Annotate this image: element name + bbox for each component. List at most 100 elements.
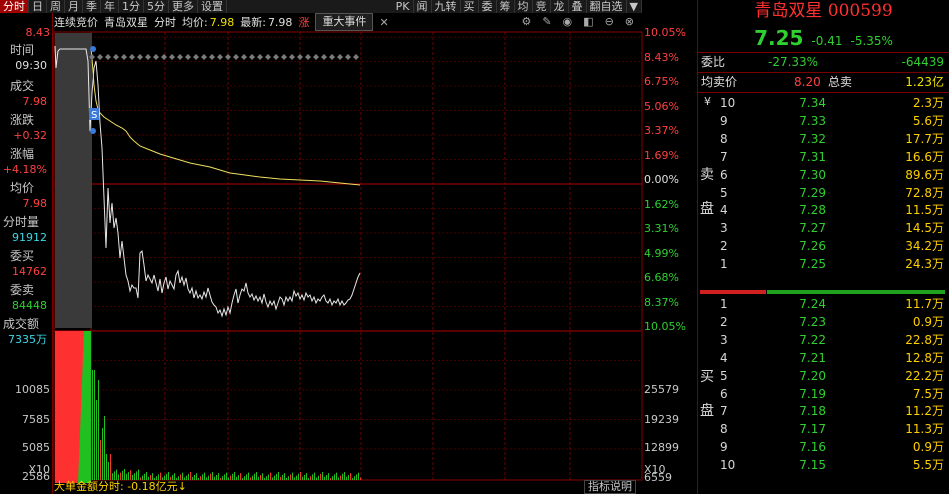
volume-bar <box>138 469 139 480</box>
event-diamond <box>273 54 279 60</box>
volume-bar <box>160 472 161 480</box>
volume-bar <box>116 469 117 480</box>
tab-2[interactable]: 周 <box>47 0 65 13</box>
price: 7.15 <box>799 458 826 473</box>
event-diamond <box>289 54 295 60</box>
tool-tab-11[interactable]: ▼ <box>627 0 642 13</box>
level: 3 <box>720 332 728 347</box>
tab-4[interactable]: 季 <box>83 0 101 13</box>
tool-tab-0[interactable]: PK <box>393 0 414 13</box>
ratio-label: 委比 <box>701 55 726 69</box>
bid-ask-ratio-bar <box>700 290 945 294</box>
tool-tab-7[interactable]: 竞 <box>533 0 551 13</box>
ask-row[interactable]: 2 7.26 34.2万 <box>698 238 949 255</box>
tab-3[interactable]: 月 <box>65 0 83 13</box>
volume-bar <box>350 473 351 480</box>
ask-row[interactable]: 5 7.29 72.8万 <box>698 185 949 202</box>
tab-6[interactable]: 1分 <box>119 0 144 13</box>
tool-tab-2[interactable]: 九转 <box>432 0 461 13</box>
ask-row[interactable]: 6 7.30 89.6万 <box>698 167 949 184</box>
event-diamond <box>145 54 151 60</box>
volume-bar <box>336 472 337 480</box>
tab-0[interactable]: 分时 <box>0 0 29 13</box>
volume-bar <box>114 471 115 480</box>
right-vol-tick: 25579 <box>644 383 679 396</box>
tab-1[interactable]: 日 <box>29 0 47 13</box>
level: 5 <box>720 185 728 200</box>
volume: 5.6万 <box>912 113 944 128</box>
ask-row[interactable]: 1 7.25 24.3万 <box>698 256 949 273</box>
ask-row[interactable]: 8 7.32 17.7万 <box>698 131 949 148</box>
price: 7.24 <box>799 297 826 311</box>
volume-bar <box>306 473 307 480</box>
volume: 89.6万 <box>905 167 944 182</box>
pct-tick: 5.06% <box>644 99 679 113</box>
pct-tick: 1.69% <box>644 148 679 162</box>
event-diamond <box>161 54 167 60</box>
intraday-chart[interactable]: S <box>0 13 697 494</box>
bid-row[interactable]: 4 7.21 12.8万 <box>698 350 949 367</box>
volume-bar <box>234 472 235 480</box>
quote-title: 青岛双星 000599 <box>754 1 893 21</box>
volume-bar <box>92 370 93 480</box>
ask-row[interactable]: 7 7.31 16.6万 <box>698 149 949 166</box>
volume-bar <box>262 473 263 480</box>
tab-9[interactable]: 设置 <box>198 0 227 13</box>
chart-frame <box>53 31 643 481</box>
quote-pct: -5.35% <box>850 34 893 48</box>
volume-bar <box>124 469 125 480</box>
pct-tick: 3.31% <box>644 222 679 235</box>
volume-bar <box>256 472 257 480</box>
tab-8[interactable]: 更多 <box>169 0 198 13</box>
right-vol-unit: X10 <box>644 463 666 476</box>
bid-row[interactable]: 6 7.19 7.5万 <box>698 386 949 403</box>
level: 8 <box>720 422 728 437</box>
bid-row[interactable]: 5 7.20 22.2万 <box>698 368 949 385</box>
divider <box>698 92 949 93</box>
quote-price-line: 7.25 -0.41 -5.35% <box>698 22 949 52</box>
bid-row[interactable]: 9 7.16 0.9万 <box>698 439 949 456</box>
tool-tab-10[interactable]: 翻自选 <box>587 0 627 13</box>
bid-row[interactable]: 1 7.24 11.7万 <box>698 296 949 313</box>
ask-row[interactable]: 9 7.33 5.6万 <box>698 113 949 130</box>
level: 1 <box>720 257 728 272</box>
ask-row[interactable]: 3 7.27 14.5万 <box>698 220 949 237</box>
volume-bar <box>196 473 197 480</box>
tool-tab-3[interactable]: 买 <box>461 0 479 13</box>
level: 4 <box>720 203 728 218</box>
volume-bar <box>146 472 147 480</box>
volume-bar <box>204 472 205 480</box>
volume-bar <box>122 470 123 480</box>
tool-tab-4[interactable]: 委 <box>479 0 497 13</box>
tab-7[interactable]: 5分 <box>144 0 169 13</box>
bid-row[interactable]: 10 7.15 5.5万 <box>698 457 949 474</box>
volume-bar <box>190 472 191 480</box>
volume: 72.8万 <box>905 185 944 200</box>
event-diamond <box>129 54 135 60</box>
tab-5[interactable]: 年 <box>101 0 119 13</box>
tool-tab-6[interactable]: 均 <box>515 0 533 13</box>
tool-tab-9[interactable]: 叠 <box>569 0 587 13</box>
volume: 5.5万 <box>912 458 944 473</box>
event-diamond <box>321 54 327 60</box>
indicator-help-button[interactable]: 指标说明 <box>584 480 636 494</box>
level: 1 <box>720 297 728 311</box>
level: 4 <box>720 350 728 365</box>
quote-change: -0.41 <box>811 34 843 48</box>
ask-row[interactable]: 10 7.34 2.3万 <box>698 95 949 112</box>
event-diamond <box>193 54 199 60</box>
tool-tab-5[interactable]: 筹 <box>497 0 515 13</box>
volume: 7.5万 <box>912 386 944 401</box>
bid-row[interactable]: 3 7.22 22.8万 <box>698 332 949 349</box>
bid-row[interactable]: 7 7.18 11.2万 <box>698 403 949 420</box>
price: 7.25 <box>799 257 826 272</box>
ratio-row: 委比 -27.33% -64439 <box>698 53 949 71</box>
volume-bar <box>314 472 315 480</box>
tool-tab-1[interactable]: 闻 <box>414 0 432 13</box>
bid-row[interactable]: 8 7.17 11.3万 <box>698 421 949 438</box>
volume-bar <box>226 472 227 480</box>
price: 7.30 <box>799 167 826 182</box>
ask-row[interactable]: 4 7.28 11.5万 <box>698 202 949 219</box>
bid-row[interactable]: 2 7.23 0.9万 <box>698 314 949 331</box>
tool-tab-8[interactable]: 龙 <box>551 0 569 13</box>
